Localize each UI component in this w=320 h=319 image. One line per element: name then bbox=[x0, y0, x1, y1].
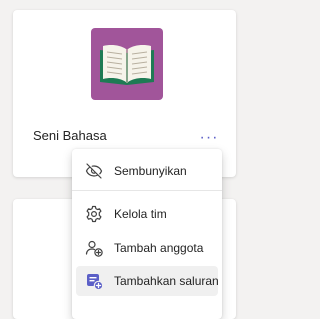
eye-off-icon bbox=[84, 161, 104, 181]
book-icon bbox=[100, 45, 154, 85]
menu-item-hide[interactable]: Sembunyikan bbox=[76, 156, 218, 186]
more-options-icon: ··· bbox=[199, 129, 219, 146]
add-people-icon bbox=[84, 238, 104, 258]
menu-item-label: Kelola tim bbox=[114, 207, 167, 221]
add-channel-icon bbox=[84, 271, 104, 291]
more-options-button[interactable]: ··· bbox=[195, 128, 223, 148]
team-tile bbox=[91, 28, 163, 100]
menu-item-add-channel[interactable]: Tambahkan saluran bbox=[76, 266, 219, 296]
menu-item-label: Sembunyikan bbox=[114, 164, 187, 178]
gear-icon bbox=[84, 204, 104, 224]
menu-divider bbox=[72, 190, 222, 191]
team-options-menu: Sembunyikan Kelola tim Tambah anggota Ta… bbox=[72, 149, 222, 319]
team-name: Seni Bahasa bbox=[33, 128, 107, 143]
menu-item-manage-team[interactable]: Kelola tim bbox=[76, 199, 218, 229]
menu-item-label: Tambahkan saluran bbox=[114, 274, 219, 288]
menu-item-label: Tambah anggota bbox=[114, 241, 204, 255]
menu-item-add-member[interactable]: Tambah anggota bbox=[76, 233, 218, 263]
